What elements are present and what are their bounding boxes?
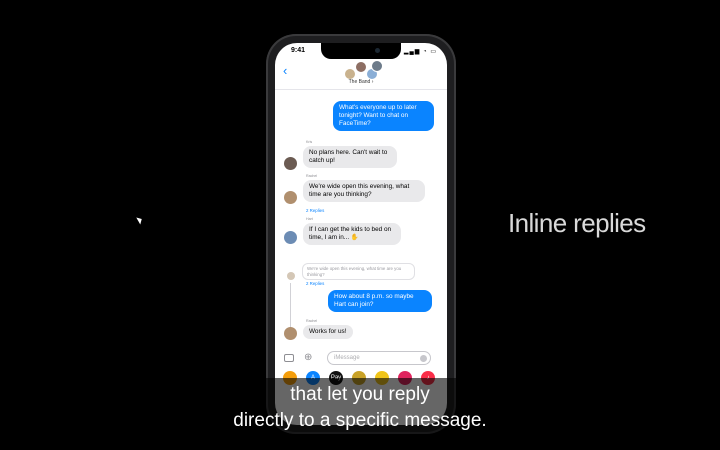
mouse-cursor-icon bbox=[136, 215, 144, 225]
message-bubble-outgoing[interactable]: What's everyone up to later tonight? Wan… bbox=[333, 101, 434, 131]
avatar bbox=[284, 231, 297, 244]
sender-name: Hart bbox=[306, 217, 313, 221]
sender-name: Rachel bbox=[306, 174, 318, 178]
caption-line-2: directly to a specific message. bbox=[233, 410, 487, 431]
compose-bar: ⊕ iMessage bbox=[275, 349, 447, 369]
camera-icon bbox=[375, 48, 380, 53]
replies-link[interactable]: 2 Replies bbox=[306, 208, 324, 213]
app-store-icon[interactable]: ⊕ bbox=[304, 352, 312, 363]
message-bubble-incoming[interactable]: No plans here. Can't wait to catch up! bbox=[303, 146, 397, 168]
group-avatars[interactable] bbox=[341, 60, 383, 80]
sender-name: Rachel bbox=[306, 319, 318, 323]
message-bubble-incoming[interactable]: Works for us! bbox=[303, 325, 353, 339]
replies-link[interactable]: 2 Replies bbox=[306, 281, 324, 286]
message-input[interactable]: iMessage bbox=[327, 351, 431, 365]
messages-screen: 9:41 ▂▄▆ ◔ ▭ ‹ The Band › What's everyon… bbox=[275, 43, 447, 425]
quoted-message[interactable]: We're wide open this evening, what time … bbox=[302, 263, 415, 280]
avatar bbox=[284, 327, 297, 340]
back-chevron-icon[interactable]: ‹ bbox=[283, 63, 287, 78]
camera-icon[interactable] bbox=[284, 354, 294, 362]
avatar bbox=[284, 157, 297, 170]
avatar bbox=[284, 191, 297, 204]
iphone-frame: 9:41 ▂▄▆ ◔ ▭ ‹ The Band › What's everyon… bbox=[266, 34, 456, 434]
avatar bbox=[287, 272, 295, 280]
notch bbox=[321, 43, 401, 59]
conversation-header: ‹ The Band › bbox=[275, 59, 447, 89]
feature-title: Inline replies bbox=[508, 208, 646, 238]
avatar bbox=[371, 60, 383, 72]
caption-line-1: that let you reply bbox=[290, 384, 430, 405]
status-icons: ▂▄▆ ◔ ▭ bbox=[403, 49, 437, 55]
message-list: What's everyone up to later tonight? Wan… bbox=[275, 91, 447, 349]
microphone-icon[interactable] bbox=[420, 355, 427, 362]
message-bubble-outgoing[interactable]: How about 8 p.m. so maybe Hart can join? bbox=[328, 290, 432, 312]
message-bubble-incoming[interactable]: We're wide open this evening, what time … bbox=[303, 180, 425, 202]
sender-name: Kris bbox=[306, 140, 313, 144]
group-name[interactable]: The Band › bbox=[275, 79, 447, 85]
status-time: 9:41 bbox=[291, 47, 306, 54]
divider bbox=[275, 89, 447, 90]
message-bubble-incoming[interactable]: If I can get the kids to bed on time, I … bbox=[303, 223, 401, 245]
avatar bbox=[355, 61, 367, 73]
input-placeholder: iMessage bbox=[334, 355, 360, 361]
